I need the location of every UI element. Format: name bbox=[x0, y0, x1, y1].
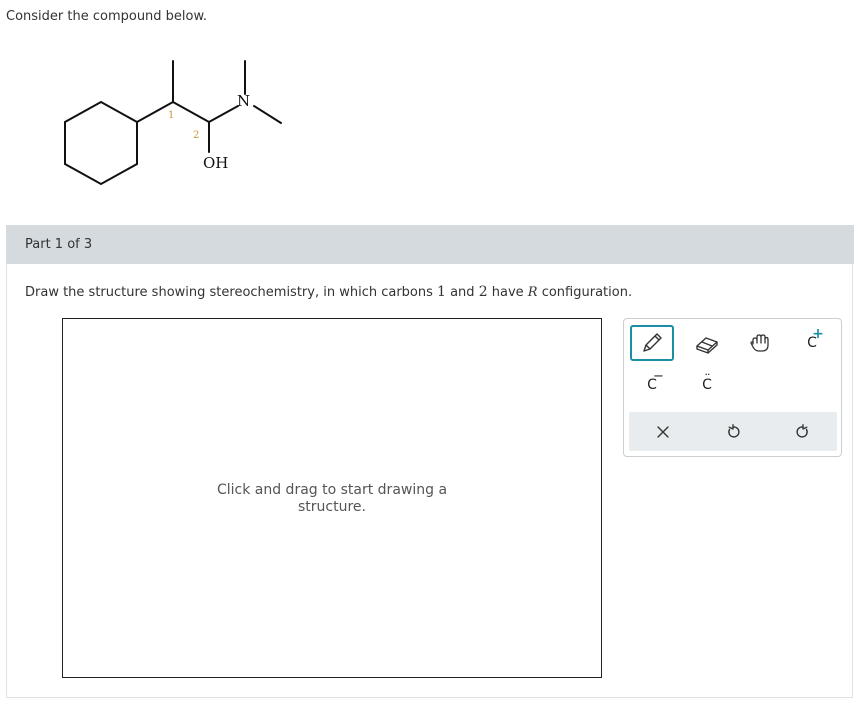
atom-n-label: N bbox=[237, 92, 250, 110]
redo-button[interactable] bbox=[778, 412, 828, 451]
pencil-tool-button[interactable] bbox=[630, 325, 674, 361]
pencil-icon bbox=[643, 333, 662, 352]
question-carbon-2: 2 bbox=[478, 284, 488, 300]
bond-c2-n bbox=[208, 105, 239, 123]
carbanion-label: C − bbox=[647, 369, 664, 393]
eraser-icon bbox=[696, 337, 718, 354]
locant-2: 2 bbox=[193, 130, 199, 141]
lone-pair-tool-button[interactable]: ·· C bbox=[685, 367, 729, 403]
carbocation-label: C + bbox=[807, 326, 824, 351]
question-suffix: configuration. bbox=[537, 285, 633, 300]
bond-c1-c2 bbox=[172, 101, 210, 123]
compound-structure: N OH 1 2 bbox=[64, 60, 282, 186]
clear-button[interactable] bbox=[638, 412, 688, 451]
question-carbon-1: 1 bbox=[437, 284, 446, 300]
eraser-tool-button[interactable] bbox=[685, 325, 729, 361]
lone-pair-dots-icon: ·· bbox=[704, 368, 711, 381]
oh-label: OH bbox=[203, 154, 228, 172]
question-have: have bbox=[487, 285, 528, 300]
question-and: and bbox=[445, 285, 479, 300]
minus-charge-icon: − bbox=[652, 369, 664, 384]
plus-charge-icon: + bbox=[812, 326, 824, 342]
question-config: R bbox=[527, 285, 538, 300]
question-prefix: Draw the structure showing stereochemist… bbox=[25, 285, 438, 300]
canvas-hint: Click and drag to start drawing a struct… bbox=[63, 482, 601, 516]
intro-text: Consider the compound below. bbox=[6, 9, 208, 24]
clear-x-icon bbox=[657, 425, 669, 438]
carbanion-tool-button[interactable]: C − bbox=[630, 367, 674, 403]
lone-pair-label: ·· C bbox=[702, 368, 712, 393]
part-label: Part 1 of 3 bbox=[25, 237, 93, 252]
action-bar bbox=[629, 412, 837, 451]
drawing-toolbar: C + C − ·· C bbox=[623, 318, 842, 457]
drawing-canvas[interactable]: Click and drag to start drawing a struct… bbox=[62, 318, 602, 678]
bond-n-methyl-right bbox=[253, 105, 282, 124]
hand-tool-button[interactable] bbox=[738, 325, 782, 361]
carbocation-tool-button[interactable]: C + bbox=[790, 325, 834, 361]
undo-icon bbox=[728, 423, 740, 438]
redo-icon bbox=[796, 423, 808, 438]
hand-icon bbox=[750, 334, 769, 352]
canvas-hint-line-2: structure. bbox=[298, 499, 366, 515]
undo-button[interactable] bbox=[708, 412, 758, 451]
part-header: Part 1 of 3 bbox=[6, 225, 854, 264]
cyclohexane-ring bbox=[64, 100, 138, 186]
question-text: Draw the structure showing stereochemist… bbox=[25, 284, 632, 300]
canvas-hint-line-1: Click and drag to start drawing a bbox=[216, 482, 448, 498]
locant-1: 1 bbox=[168, 110, 174, 121]
